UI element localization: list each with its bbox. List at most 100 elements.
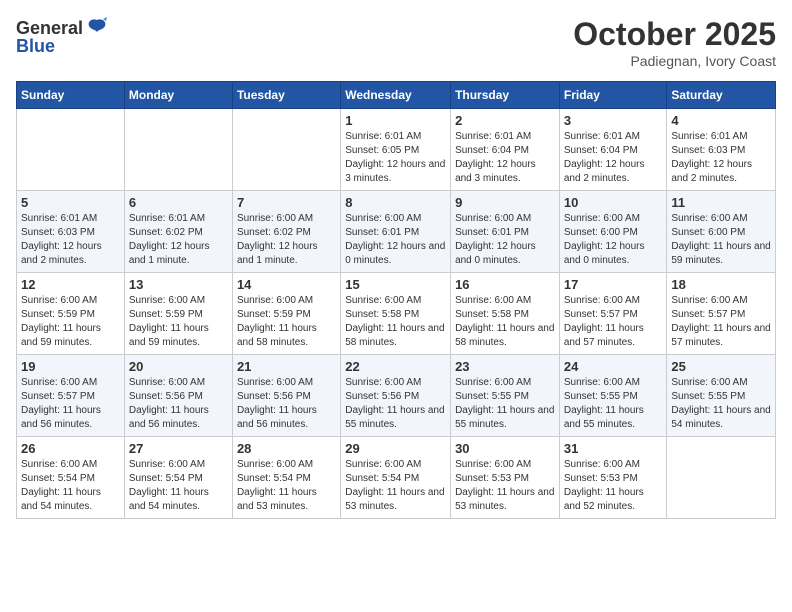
weekday-header-monday: Monday (124, 82, 232, 109)
calendar-cell: 23 Sunrise: 6:00 AM Sunset: 5:55 PM Dayli… (451, 355, 560, 437)
calendar-cell (232, 109, 340, 191)
calendar-cell: 30Sunrise: 6:00 AM Sunset: 5:53 PM Dayli… (451, 437, 560, 519)
day-number: 16 (455, 277, 555, 292)
calendar-week-4: 19 Sunrise: 6:00 AM Sunset: 5:57 PM Dayli… (17, 355, 776, 437)
day-info: Sunrise: 6:00 AM Sunset: 5:53 PM Dayligh… (564, 458, 663, 514)
day-number: 6 (129, 195, 228, 210)
logo: General Blue (16, 16, 109, 57)
day-number: 17 (564, 277, 663, 292)
calendar-cell: 25 Sunrise: 6:00 AM Sunset: 5:55 PM Dayli… (667, 355, 776, 437)
calendar-cell: 12 Sunrise: 6:00 AM Sunset: 5:59 PM Dayli… (17, 273, 125, 355)
day-info: Sunrise: 6:00 AM Sunset: 5:54 PM Dayligh… (129, 458, 228, 514)
day-number: 19 (21, 359, 120, 374)
calendar-cell: 14 Sunrise: 6:00 AM Sunset: 5:59 PM Dayli… (232, 273, 340, 355)
day-number: 2 (455, 113, 555, 128)
day-number: 10 (564, 195, 663, 210)
weekday-header-sunday: Sunday (17, 82, 125, 109)
weekday-header-wednesday: Wednesday (341, 82, 451, 109)
day-number: 3 (564, 113, 663, 128)
day-info: Sunrise: 6:00 AM Sunset: 5:54 PM Dayligh… (21, 458, 120, 514)
calendar-cell: 7 Sunrise: 6:00 AM Sunset: 6:02 PM Daylig… (232, 191, 340, 273)
calendar-cell: 17Sunrise: 6:00 AM Sunset: 5:57 PM Dayli… (559, 273, 667, 355)
day-number: 11 (671, 195, 771, 210)
calendar-cell: 20Sunrise: 6:00 AM Sunset: 5:56 PM Dayli… (124, 355, 232, 437)
day-info: Sunrise: 6:00 AM Sunset: 5:54 PM Dayligh… (237, 458, 336, 514)
day-number: 20 (129, 359, 228, 374)
day-info: Sunrise: 6:00 AM Sunset: 6:01 PM Dayligh… (455, 212, 555, 268)
calendar-week-5: 26 Sunrise: 6:00 AM Sunset: 5:54 PM Dayli… (17, 437, 776, 519)
day-info: Sunrise: 6:00 AM Sunset: 5:58 PM Dayligh… (455, 294, 555, 350)
calendar-cell: 3 Sunrise: 6:01 AM Sunset: 6:04 PM Daylig… (559, 109, 667, 191)
weekday-header-tuesday: Tuesday (232, 82, 340, 109)
day-number: 24 (564, 359, 663, 374)
calendar-cell: 9 Sunrise: 6:00 AM Sunset: 6:01 PM Daylig… (451, 191, 560, 273)
day-number: 1 (345, 113, 446, 128)
calendar-cell: 11 Sunrise: 6:00 AM Sunset: 6:00 PM Dayli… (667, 191, 776, 273)
day-info: Sunrise: 6:00 AM Sunset: 5:55 PM Dayligh… (564, 376, 663, 432)
day-number: 8 (345, 195, 446, 210)
logo-bird-icon (85, 16, 109, 40)
calendar-cell: 24 Sunrise: 6:00 AM Sunset: 5:55 PM Dayli… (559, 355, 667, 437)
weekday-header-saturday: Saturday (667, 82, 776, 109)
calendar-cell: 16 Sunrise: 6:00 AM Sunset: 5:58 PM Dayli… (451, 273, 560, 355)
calendar-cell (17, 109, 125, 191)
day-number: 21 (237, 359, 336, 374)
calendar-cell: 10 Sunrise: 6:00 AM Sunset: 6:00 PM Dayli… (559, 191, 667, 273)
day-info: Sunrise: 6:00 AM Sunset: 5:59 PM Dayligh… (129, 294, 228, 350)
day-info: Sunrise: 6:00 AM Sunset: 5:54 PM Dayligh… (345, 458, 446, 514)
weekday-header-friday: Friday (559, 82, 667, 109)
calendar-cell: 22 Sunrise: 6:00 AM Sunset: 5:56 PM Dayli… (341, 355, 451, 437)
day-number: 9 (455, 195, 555, 210)
weekday-header-thursday: Thursday (451, 82, 560, 109)
day-info: Sunrise: 6:01 AM Sunset: 6:03 PM Dayligh… (21, 212, 120, 268)
calendar-cell: 4Sunrise: 6:01 AM Sunset: 6:03 PM Daylig… (667, 109, 776, 191)
day-info: Sunrise: 6:00 AM Sunset: 5:57 PM Dayligh… (671, 294, 771, 350)
day-number: 27 (129, 441, 228, 456)
day-number: 29 (345, 441, 446, 456)
calendar-cell: 6Sunrise: 6:01 AM Sunset: 6:02 PM Daylig… (124, 191, 232, 273)
day-info: Sunrise: 6:00 AM Sunset: 5:55 PM Dayligh… (455, 376, 555, 432)
calendar-cell: 31 Sunrise: 6:00 AM Sunset: 5:53 PM Dayli… (559, 437, 667, 519)
day-number: 23 (455, 359, 555, 374)
day-info: Sunrise: 6:01 AM Sunset: 6:04 PM Dayligh… (455, 130, 555, 186)
day-info: Sunrise: 6:00 AM Sunset: 6:02 PM Dayligh… (237, 212, 336, 268)
day-number: 25 (671, 359, 771, 374)
calendar-cell: 19 Sunrise: 6:00 AM Sunset: 5:57 PM Dayli… (17, 355, 125, 437)
calendar-cell: 15 Sunrise: 6:00 AM Sunset: 5:58 PM Dayli… (341, 273, 451, 355)
day-number: 31 (564, 441, 663, 456)
logo-blue: Blue (16, 36, 55, 57)
day-number: 18 (671, 277, 771, 292)
day-info: Sunrise: 6:00 AM Sunset: 5:57 PM Dayligh… (21, 376, 120, 432)
day-info: Sunrise: 6:00 AM Sunset: 6:00 PM Dayligh… (564, 212, 663, 268)
day-number: 7 (237, 195, 336, 210)
day-info: Sunrise: 6:00 AM Sunset: 5:55 PM Dayligh… (671, 376, 771, 432)
calendar-cell: 2 Sunrise: 6:01 AM Sunset: 6:04 PM Daylig… (451, 109, 560, 191)
calendar-cell: 26 Sunrise: 6:00 AM Sunset: 5:54 PM Dayli… (17, 437, 125, 519)
calendar-cell: 1Sunrise: 6:01 AM Sunset: 6:05 PM Daylig… (341, 109, 451, 191)
page-header: General Blue October 2025 Padiegnan, Ivo… (16, 16, 776, 69)
calendar-week-2: 5 Sunrise: 6:01 AM Sunset: 6:03 PM Daylig… (17, 191, 776, 273)
day-info: Sunrise: 6:00 AM Sunset: 5:59 PM Dayligh… (21, 294, 120, 350)
day-info: Sunrise: 6:01 AM Sunset: 6:04 PM Dayligh… (564, 130, 663, 186)
calendar-table: SundayMondayTuesdayWednesdayThursdayFrid… (16, 81, 776, 519)
calendar-cell: 13Sunrise: 6:00 AM Sunset: 5:59 PM Dayli… (124, 273, 232, 355)
calendar-week-3: 12 Sunrise: 6:00 AM Sunset: 5:59 PM Dayli… (17, 273, 776, 355)
day-number: 14 (237, 277, 336, 292)
day-info: Sunrise: 6:00 AM Sunset: 6:00 PM Dayligh… (671, 212, 771, 268)
weekday-header-row: SundayMondayTuesdayWednesdayThursdayFrid… (17, 82, 776, 109)
day-number: 26 (21, 441, 120, 456)
day-info: Sunrise: 6:00 AM Sunset: 5:58 PM Dayligh… (345, 294, 446, 350)
calendar-cell: 29 Sunrise: 6:00 AM Sunset: 5:54 PM Dayli… (341, 437, 451, 519)
calendar-cell: 18 Sunrise: 6:00 AM Sunset: 5:57 PM Dayli… (667, 273, 776, 355)
day-number: 4 (671, 113, 771, 128)
day-info: Sunrise: 6:00 AM Sunset: 5:59 PM Dayligh… (237, 294, 336, 350)
calendar-cell: 8Sunrise: 6:00 AM Sunset: 6:01 PM Daylig… (341, 191, 451, 273)
day-number: 5 (21, 195, 120, 210)
day-info: Sunrise: 6:00 AM Sunset: 5:56 PM Dayligh… (345, 376, 446, 432)
calendar-cell: 27 Sunrise: 6:00 AM Sunset: 5:54 PM Dayli… (124, 437, 232, 519)
day-number: 28 (237, 441, 336, 456)
day-number: 12 (21, 277, 120, 292)
calendar-cell (667, 437, 776, 519)
day-number: 22 (345, 359, 446, 374)
day-number: 15 (345, 277, 446, 292)
